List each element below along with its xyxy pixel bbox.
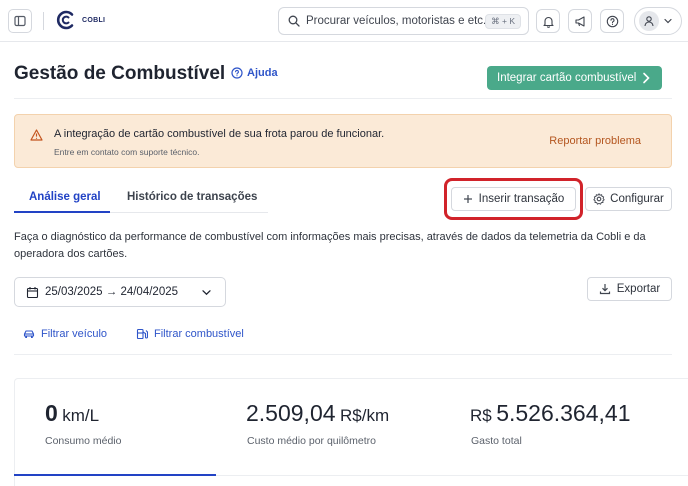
sidebar-toggle-icon: [14, 15, 26, 27]
search-bar[interactable]: Procurar veículos, motoristas e etc... ⌘…: [278, 7, 529, 35]
bell-icon: [542, 16, 554, 28]
calendar-icon: [26, 286, 39, 298]
page-title: Gestão de Combustível: [14, 63, 226, 84]
question-icon: [606, 15, 618, 27]
integration-alert: A integração de cartão combustível de su…: [14, 114, 672, 168]
alert-title: A integração de cartão combustível de su…: [54, 128, 385, 140]
sidebar-toggle-button[interactable]: [8, 9, 32, 33]
alert-subtitle: Entre em contato com suporte técnico.: [54, 147, 200, 157]
help-label: Ajuda: [247, 67, 278, 79]
stat-consumo-medio-value: 0 km/L: [45, 400, 99, 427]
chevron-right-icon: [643, 72, 650, 84]
warning-icon: [30, 129, 43, 141]
integrate-label: Integrar cartão combustível: [497, 72, 637, 84]
stat-consumo-medio-label: Consumo médio: [45, 435, 122, 447]
download-icon: [599, 284, 610, 295]
chevron-down-icon: [664, 18, 672, 24]
tab-historico-transacoes[interactable]: Histórico de transações: [127, 191, 257, 203]
user-menu[interactable]: [634, 7, 682, 35]
fuel-pump-icon: [136, 328, 148, 340]
stat-gasto-total-value: R$ 5.526.364,41: [470, 400, 630, 427]
configure-label: Configurar: [610, 193, 664, 205]
stat-number: 2.509,04: [246, 400, 336, 426]
divider: [43, 12, 44, 30]
search-shortcut-badge: ⌘ + K: [485, 14, 521, 29]
car-icon: [23, 329, 35, 338]
stat-custo-km-value: 2.509,04 R$/km: [246, 400, 389, 427]
help-link[interactable]: Ajuda: [231, 67, 278, 79]
stat-number: 0: [45, 400, 58, 426]
help-icon: [231, 67, 243, 79]
configure-button[interactable]: Configurar: [585, 187, 672, 211]
stat-unit: km/L: [62, 406, 100, 425]
tab-analise-geral[interactable]: Análise geral: [29, 191, 101, 203]
help-center-button[interactable]: [600, 9, 624, 33]
stat-currency: R$: [470, 406, 492, 425]
highlight-annotation: [444, 178, 583, 220]
logo[interactable]: COBLI: [55, 9, 105, 31]
stats-panel: [14, 378, 688, 486]
filter-vehicle-label: Filtrar veículo: [41, 328, 108, 340]
brand-name: COBLI: [82, 16, 106, 24]
cobli-logo-icon: [56, 10, 74, 30]
date-range-picker[interactable]: 25/03/2025 → 24/04/2025: [14, 277, 226, 307]
page-description: Faça o diagnóstico da performance de com…: [14, 231, 646, 260]
gear-icon: [593, 193, 605, 205]
filter-fuel-label: Filtrar combustível: [154, 328, 244, 340]
export-button[interactable]: Exportar: [587, 277, 672, 301]
stat-unit: R$/km: [339, 406, 390, 425]
search-placeholder: Procurar veículos, motoristas e etc...: [306, 15, 493, 27]
notifications-button[interactable]: [536, 9, 560, 33]
megaphone-icon: [574, 15, 585, 27]
integrate-fuel-card-button[interactable]: Integrar cartão combustível: [487, 66, 662, 90]
report-problem-link[interactable]: Reportar problema: [549, 135, 641, 147]
filters-divider: [14, 354, 672, 355]
stat-custo-km-label: Custo médio por quilômetro: [247, 435, 376, 447]
stat-gasto-total-label: Gasto total: [471, 435, 522, 447]
user-icon: [644, 16, 654, 27]
active-tab-indicator: [14, 211, 110, 213]
active-stat-indicator: [14, 474, 216, 476]
date-range-value: 25/03/2025 → 24/04/2025: [45, 286, 179, 298]
filter-vehicle-button[interactable]: Filtrar veículo: [23, 328, 107, 340]
announcements-button[interactable]: [568, 9, 592, 33]
avatar: [639, 11, 659, 31]
stats-divider: [216, 475, 688, 476]
search-icon: [288, 15, 300, 27]
stat-number: 5.526.364,41: [496, 400, 631, 426]
chevron-down-icon: [202, 290, 211, 296]
filter-fuel-button[interactable]: Filtrar combustível: [136, 328, 244, 340]
header-divider: [14, 98, 672, 99]
export-label: Exportar: [616, 283, 661, 295]
top-bar: COBLI Procurar veículos, motoristas e et…: [0, 0, 688, 42]
